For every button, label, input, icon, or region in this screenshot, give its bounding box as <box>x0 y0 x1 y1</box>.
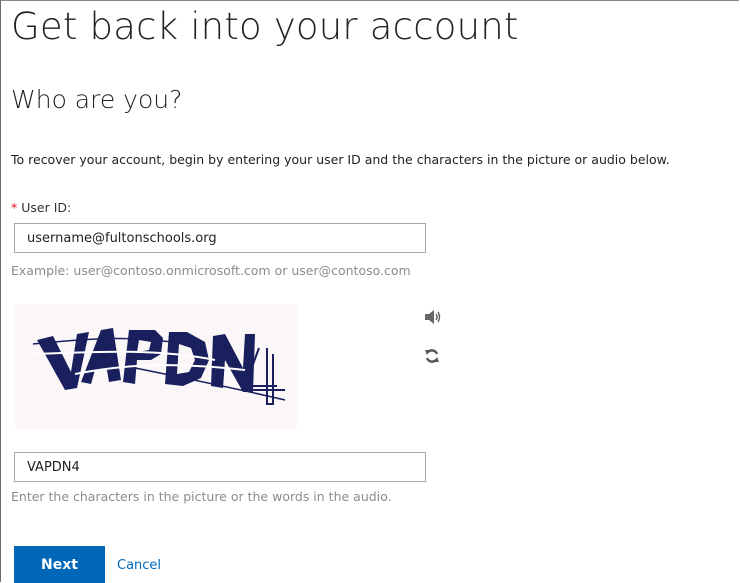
instruction-text: To recover your account, begin by enteri… <box>11 152 670 167</box>
page-subtitle: Who are you? <box>11 85 183 114</box>
speaker-glyph <box>425 310 441 324</box>
refresh-glyph <box>425 349 439 363</box>
captcha-hint: Enter the characters in the picture or t… <box>11 489 392 504</box>
cancel-link[interactable]: Cancel <box>117 558 161 573</box>
refresh-icon[interactable] <box>421 345 443 367</box>
page-frame: Get back into your account Who are you? … <box>0 0 739 583</box>
userid-label: * User ID: <box>11 200 71 215</box>
userid-input[interactable] <box>14 223 426 253</box>
userid-hint: Example: user@contoso.onmicrosoft.com or… <box>11 263 411 278</box>
captcha-graphic <box>32 328 286 405</box>
next-button[interactable]: Next <box>14 546 105 583</box>
userid-label-text: User ID: <box>21 200 72 215</box>
required-mark: * <box>11 200 18 215</box>
page-title: Get back into your account <box>11 5 519 48</box>
captcha-answer-input[interactable] <box>14 452 426 482</box>
speaker-icon[interactable] <box>421 306 443 328</box>
captcha-image <box>15 304 297 429</box>
